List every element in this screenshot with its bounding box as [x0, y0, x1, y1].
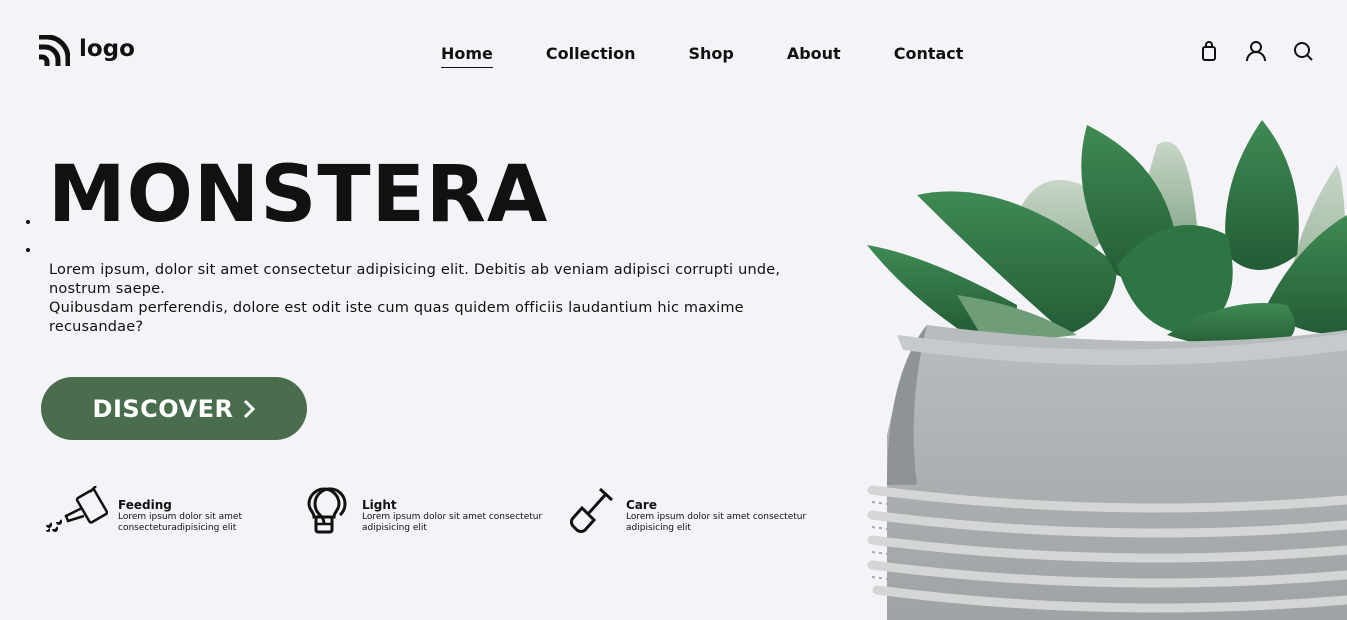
main-nav: Home Collection Shop About Contact [441, 44, 1016, 68]
hero-description-line-1: Lorem ipsum, dolor sit amet consectetur … [49, 262, 781, 297]
shovel-icon [560, 486, 616, 536]
hero-description: Lorem ipsum, dolor sit amet consectetur … [49, 261, 809, 337]
discover-button[interactable]: DISCOVER [41, 377, 307, 440]
hero-title: MONSTERA [48, 150, 549, 240]
logo-icon [39, 35, 70, 66]
feature-text: Lorem ipsum dolor sit amet consectetur a… [626, 512, 807, 533]
feature-title: Care [626, 498, 657, 512]
feature-text: Lorem ipsum dolor sit amet consectetur a… [362, 512, 543, 533]
nav-about[interactable]: About [787, 44, 841, 68]
shopping-bag-icon[interactable] [1198, 40, 1220, 62]
feature-text: Lorem ipsum dolor sit amet consecteturad… [118, 512, 242, 533]
light-bulb-icon [296, 486, 352, 536]
succulent-plant-image [867, 120, 1347, 620]
feature-feeding: Feeding Lorem ipsum dolor sit amet conse… [44, 485, 248, 536]
logo[interactable]: logo [37, 35, 135, 67]
logo-text: logo [79, 36, 135, 62]
feature-light: Light Lorem ipsum dolor sit amet consect… [296, 486, 552, 536]
nav-shop[interactable]: Shop [688, 44, 733, 68]
search-icon[interactable] [1292, 40, 1314, 62]
feature-care: Care Lorem ipsum dolor sit amet consecte… [560, 486, 816, 536]
feature-title: Feeding [118, 498, 172, 512]
user-icon[interactable] [1245, 40, 1267, 62]
chevron-right-icon [244, 399, 256, 418]
watering-can-icon [44, 485, 109, 536]
hero-description-line-2: Quibusdam perferendis, dolore est odit i… [49, 300, 744, 335]
bullet-markers [26, 220, 30, 276]
discover-button-label: DISCOVER [92, 394, 234, 423]
header-icons [1198, 40, 1314, 62]
nav-contact[interactable]: Contact [894, 44, 964, 68]
feature-title: Light [362, 498, 397, 512]
nav-home[interactable]: Home [441, 44, 493, 68]
nav-collection[interactable]: Collection [546, 44, 636, 68]
